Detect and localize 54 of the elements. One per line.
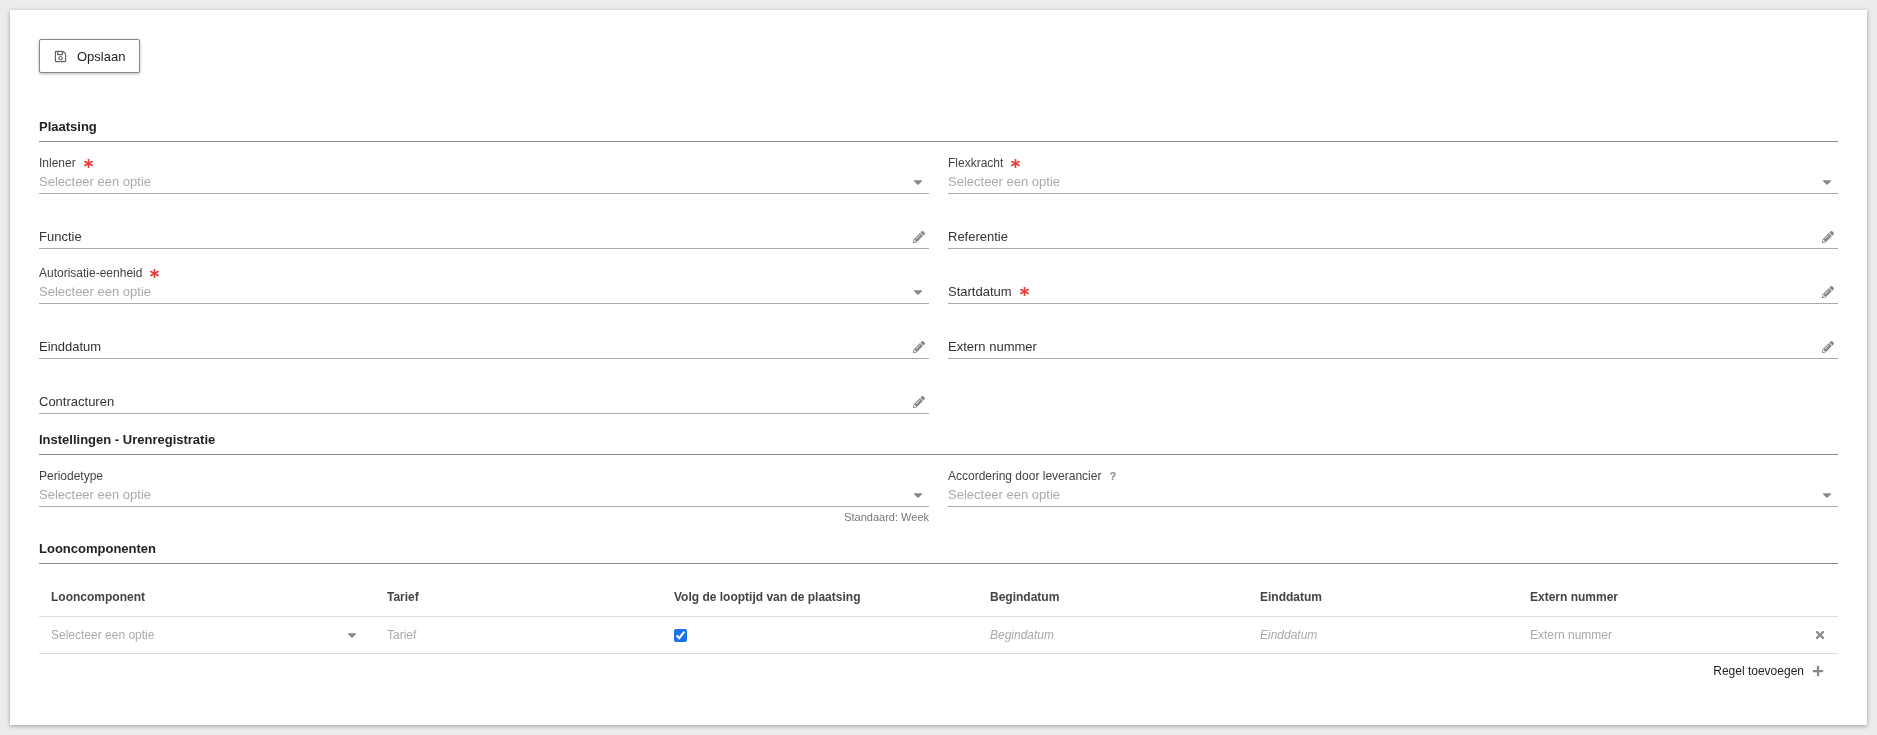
text-field[interactable]: Referentie [948, 203, 1838, 249]
section-title: Looncomponenten [39, 541, 1838, 564]
field-hint: Standaard: Week [844, 511, 929, 523]
column-header: Begindatum [978, 576, 1248, 617]
save-icon [54, 49, 67, 63]
text-field[interactable]: Extern nummer [948, 313, 1838, 359]
column-header: Looncomponent [39, 576, 375, 617]
required-asterisk-icon [1011, 158, 1021, 168]
select-field[interactable]: Autorisatie-eenheid Selecteer een optie [39, 258, 929, 304]
select-field[interactable]: Inlener Selecteer een optie [39, 148, 929, 194]
select-placeholder: Selecteer een optie [39, 284, 152, 299]
help-mark[interactable]: ? [1109, 470, 1117, 482]
field-label: Referentie [948, 229, 1008, 244]
column-header: Volg de looptijd van de plaatsing [662, 576, 978, 617]
field-label: Accordering door leverancier [948, 469, 1102, 483]
select-field[interactable]: Accordering door leverancier ? Selecteer een optie [948, 461, 1838, 507]
pencil-icon [1822, 230, 1834, 243]
select-placeholder: Selecteer een optie [39, 487, 152, 502]
save-button[interactable]: Opslaan [39, 39, 141, 73]
pencil-icon [1822, 340, 1834, 353]
plus-icon[interactable] [1812, 665, 1824, 677]
text-field[interactable]: Functie [39, 203, 929, 249]
column-header: Extern nummer [1518, 576, 1838, 617]
required-asterisk-icon [150, 268, 160, 278]
column-header: Einddatum [1248, 576, 1518, 617]
pencil-icon [1822, 285, 1834, 298]
select-placeholder: Selecteer een optie [39, 174, 152, 189]
close-icon[interactable] [1814, 629, 1826, 641]
select-placeholder: Selecteer een optie [948, 487, 1061, 502]
text-field[interactable]: Startdatum [948, 258, 1838, 304]
pencil-icon [913, 395, 925, 408]
select-field[interactable]: Periodetype Selecteer een optie [39, 461, 929, 507]
select-placeholder: Selecteer een optie [948, 174, 1061, 189]
field-label: Autorisatie-eenheid [39, 266, 143, 280]
required-asterisk-icon [83, 158, 93, 168]
field-label: Flexkracht [948, 156, 1004, 170]
field-label: Periodetype [39, 469, 104, 483]
select-field[interactable]: Flexkracht Selecteer een optie [948, 148, 1838, 194]
required-asterisk-icon [1019, 287, 1029, 296]
pencil-icon [913, 340, 925, 353]
field-label: Extern nummer [948, 339, 1037, 354]
field-label: Inlener [39, 156, 76, 170]
add-row-link[interactable]: Regel toevoegen [1713, 664, 1804, 678]
column-header: Tarief [375, 576, 662, 617]
field-label: Einddatum [39, 339, 102, 354]
checkbox[interactable] [674, 628, 687, 642]
text-field[interactable]: Einddatum [39, 313, 929, 359]
pencil-icon [913, 230, 925, 243]
field-label: Contracturen [39, 394, 115, 409]
section-title: Plaatsing [39, 119, 1838, 142]
field-label: Startdatum [948, 284, 1012, 299]
field-label: Functie [39, 229, 82, 244]
text-field[interactable]: Contracturen [39, 368, 929, 414]
section-title: Instellingen - Urenregistratie [39, 432, 1838, 455]
